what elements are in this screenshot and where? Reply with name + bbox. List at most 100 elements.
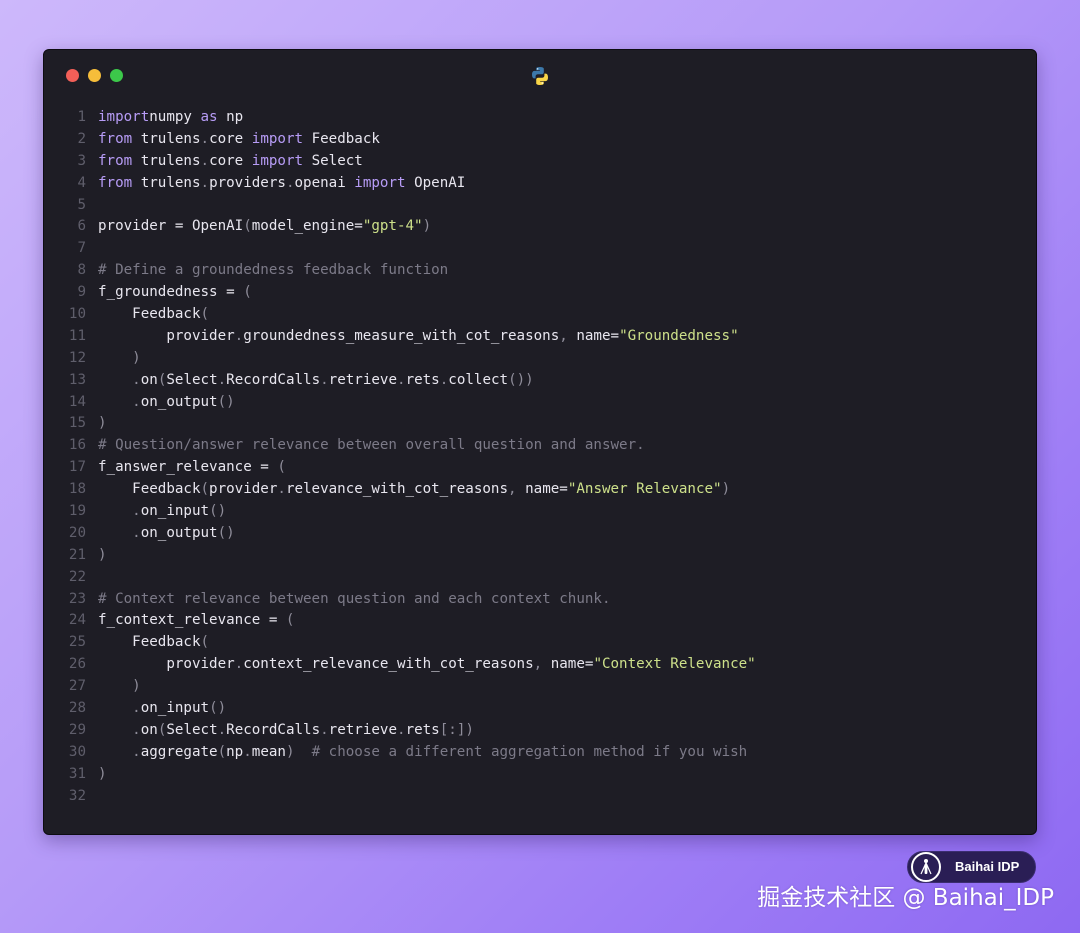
line-number: 7	[77, 240, 86, 257]
code-line: 5	[44, 195, 1036, 217]
code-line: 19 .on_input()	[44, 501, 1036, 523]
line-number: 29	[68, 721, 86, 738]
window-titlebar	[44, 50, 1036, 102]
python-logo-icon	[532, 67, 548, 85]
line-number: 28	[68, 700, 86, 717]
code-text: from trulens.providers.openai import Ope…	[98, 174, 466, 191]
line-number: 21	[68, 546, 86, 563]
code-text: provider.groundedness_measure_with_cot_r…	[98, 327, 739, 344]
line-number: 23	[68, 590, 86, 607]
code-line: 27 )	[44, 676, 1036, 698]
line-number: 30	[68, 743, 86, 760]
code-editor[interactable]: 1 importnumpy as np 2 from trulens.core imp…	[44, 107, 1036, 808]
code-text: importnumpy as np	[98, 109, 244, 125]
line-number: 8	[77, 262, 86, 279]
code-line: 1 importnumpy as np	[44, 107, 1036, 129]
code-line: 11 provider.groundedness_measure_with_co…	[44, 326, 1036, 348]
code-line: 6 provider = OpenAI(model_engine="gpt-4")	[44, 216, 1036, 238]
code-line: 16 # Question/answer relevance between ov…	[44, 435, 1036, 457]
line-number: 3	[77, 152, 86, 169]
code-text: provider.context_relevance_with_cot_reas…	[98, 656, 756, 673]
line-number: 9	[77, 284, 86, 301]
line-number: 20	[68, 524, 86, 541]
code-line: 29 .on(Select.RecordCalls.retrieve.rets[…	[44, 720, 1036, 742]
code-line: 22	[44, 567, 1036, 589]
line-number: 24	[68, 612, 86, 629]
code-text: .on(Select.RecordCalls.retrieve.rets.col…	[98, 371, 534, 388]
code-text: provider = OpenAI(model_engine="gpt-4")	[98, 218, 432, 235]
code-line: 3 from trulens.core import Select	[44, 151, 1036, 173]
code-text: f_groundedness = (	[98, 284, 252, 301]
line-number: 5	[77, 196, 86, 213]
code-line: 7	[44, 238, 1036, 260]
line-number: 2	[77, 130, 86, 147]
code-line: 24 f_context_relevance = (	[44, 610, 1036, 632]
code-text: # Context relevance between question and…	[98, 590, 611, 607]
code-text: )	[98, 546, 107, 563]
code-line: 20 .on_output()	[44, 523, 1036, 545]
code-text: )	[98, 349, 141, 366]
zoom-window-button[interactable]	[110, 69, 123, 82]
code-text: .on_input()	[98, 503, 227, 520]
line-number: 31	[68, 765, 86, 782]
code-line: 9 f_groundedness = (	[44, 282, 1036, 304]
code-text: f_context_relevance = (	[98, 612, 295, 629]
code-line: 28 .on_input()	[44, 698, 1036, 720]
code-line: 21)	[44, 545, 1036, 567]
line-number: 11	[68, 327, 86, 344]
line-number: 1	[77, 109, 86, 125]
code-text: .aggregate(np.mean) # choose a different…	[98, 743, 748, 760]
line-number: 16	[68, 437, 86, 454]
code-text: .on_input()	[98, 700, 227, 717]
line-number: 25	[68, 634, 86, 651]
line-number: 32	[68, 787, 86, 804]
code-text: from trulens.core import Select	[98, 152, 363, 169]
line-number: 14	[68, 393, 86, 410]
code-line: 18 Feedback(provider.relevance_with_cot_…	[44, 479, 1036, 501]
code-text: )	[98, 765, 107, 782]
line-number: 22	[68, 568, 86, 585]
code-line: 25 Feedback(	[44, 632, 1036, 654]
code-text: from trulens.core import Feedback	[98, 130, 380, 147]
line-number: 19	[68, 503, 86, 520]
code-text: )	[98, 415, 107, 432]
code-text: Feedback(provider.relevance_with_cot_rea…	[98, 481, 731, 498]
code-line: 26 provider.context_relevance_with_cot_r…	[44, 654, 1036, 676]
line-number: 26	[68, 656, 86, 673]
code-text: f_answer_relevance = (	[98, 459, 286, 476]
code-line: 14 .on_output()	[44, 392, 1036, 414]
line-number: 18	[68, 481, 86, 498]
code-line: 17 f_answer_relevance = (	[44, 457, 1036, 479]
code-line: 4 from trulens.providers.openai import Op…	[44, 173, 1036, 195]
code-text: Feedback(	[98, 634, 210, 651]
line-number: 10	[68, 306, 86, 323]
line-number: 17	[68, 459, 86, 476]
code-text: # Define a groundedness feedback functio…	[98, 262, 449, 279]
code-line: 30 .aggregate(np.mean) # choose a differ…	[44, 742, 1036, 764]
code-line: 31)	[44, 764, 1036, 786]
line-number: 15	[68, 415, 86, 432]
code-line: 23 # Context relevance between question a…	[44, 589, 1036, 611]
minimize-window-button[interactable]	[88, 69, 101, 82]
line-number: 12	[68, 349, 86, 366]
close-window-button[interactable]	[66, 69, 79, 82]
code-text: )	[98, 678, 141, 695]
code-text: .on_output()	[98, 393, 235, 410]
code-line: 13 .on(Select.RecordCalls.retrieve.rets.…	[44, 370, 1036, 392]
code-line: 32	[44, 786, 1036, 808]
line-number: 4	[77, 174, 86, 191]
line-number: 6	[77, 218, 86, 235]
code-line: 8 # Define a groundedness feedback functi…	[44, 260, 1036, 282]
watermark-text: 掘金技术社区 @ Baihai_IDP	[757, 885, 1054, 911]
line-number: 27	[68, 678, 86, 695]
code-line: 15)	[44, 413, 1036, 435]
code-line: 12 )	[44, 348, 1036, 370]
code-window: 1 importnumpy as np 2 from trulens.core imp…	[43, 49, 1037, 835]
code-text: # Question/answer relevance between over…	[98, 437, 645, 454]
code-text: .on_output()	[98, 524, 235, 541]
line-number: 13	[68, 371, 86, 388]
code-text: .on(Select.RecordCalls.retrieve.rets[:])	[98, 721, 474, 738]
code-line: 2 from trulens.core import Feedback	[44, 129, 1036, 151]
code-text: Feedback(	[98, 306, 210, 323]
code-line: 10 Feedback(	[44, 304, 1036, 326]
